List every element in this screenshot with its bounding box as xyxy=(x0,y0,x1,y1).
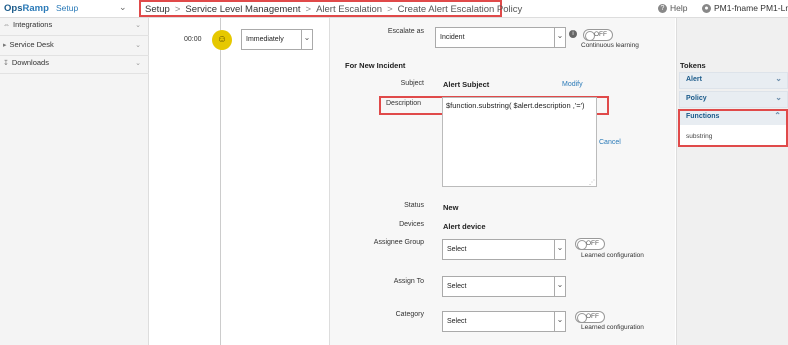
breadcrumb-separator: > xyxy=(174,4,181,15)
chevron-down-icon: ⌄ xyxy=(554,277,565,296)
help-icon: ? xyxy=(658,4,667,14)
breadcrumb: Setup > Service Level Management > Alert Esc… xyxy=(139,0,522,17)
continuous-learning-label: Continuous learning xyxy=(581,42,639,49)
chevron-down-icon: ⌄ xyxy=(554,240,565,259)
logo-text-ops: Ops xyxy=(4,3,23,14)
token-group-label: Policy xyxy=(686,95,707,102)
chevron-up-icon: ⌃ xyxy=(774,111,781,120)
assignee-group-value: Select xyxy=(447,246,467,253)
timeline-line xyxy=(220,18,221,345)
chevron-down-icon: ⌄ xyxy=(775,93,782,102)
category-label: Category xyxy=(395,311,424,318)
devices-value: Alert device xyxy=(443,222,486,231)
integrations-icon: ⇔ xyxy=(3,22,10,29)
escalate-as-value: Incident xyxy=(440,34,465,41)
info-icon[interactable]: i xyxy=(569,30,577,38)
opsramp-logo[interactable]: OpsRamp xyxy=(4,3,49,14)
user-menu[interactable]: ● PM1-fname PM1-Ln xyxy=(702,3,788,14)
delay-select[interactable]: Immediately ⌄ xyxy=(241,29,313,50)
token-group-functions[interactable]: Functions ⌃ xyxy=(680,111,786,125)
chevron-down-icon: ⌄ xyxy=(554,312,565,331)
sidebar-item-integrations[interactable]: ⇔ Integrations ⌄ xyxy=(0,20,149,36)
status-value: New xyxy=(443,203,459,212)
new-incident-title: For New Incident xyxy=(345,61,406,70)
token-group-alert[interactable]: Alert ⌄ xyxy=(679,72,788,89)
assignee-learned-config-label: Learned configuration xyxy=(581,252,644,259)
escalate-as-select[interactable]: Incident ⌄ xyxy=(435,27,566,48)
assignee-learning-toggle[interactable]: OFF xyxy=(575,238,605,250)
chevron-down-icon: ⌄ xyxy=(135,22,141,29)
assign-to-value: Select xyxy=(447,283,467,290)
token-substring[interactable]: substring xyxy=(686,133,712,140)
token-group-label: Alert xyxy=(686,76,702,83)
description-textarea[interactable]: $function.substring( $alert.description … xyxy=(442,97,597,187)
help-label: Help xyxy=(670,3,688,13)
assignee-group-label: Assignee Group xyxy=(373,239,424,246)
resize-handle-icon[interactable]: ⋰ xyxy=(589,179,595,186)
chevron-down-icon: ⌄ xyxy=(135,42,141,49)
breadcrumb-item-current: Create Alert Escalation Policy xyxy=(397,4,523,15)
help-link[interactable]: ? Help xyxy=(658,3,688,14)
category-select[interactable]: Select ⌄ xyxy=(442,311,566,332)
category-learned-config-label: Learned configuration xyxy=(581,324,644,331)
breadcrumb-item-slm[interactable]: Service Level Management xyxy=(185,4,300,15)
continuous-learning-toggle[interactable]: OFF xyxy=(583,29,613,41)
toggle-label: OFF xyxy=(586,240,599,247)
description-text: $function.substring( $alert.description … xyxy=(446,101,585,110)
breadcrumb-item-alert-escalation[interactable]: Alert Escalation xyxy=(316,4,382,15)
toggle-label: OFF xyxy=(586,313,599,320)
breadcrumb-separator: > xyxy=(387,4,393,15)
breadcrumb-separator: > xyxy=(305,4,312,15)
subject-label: Subject xyxy=(400,80,424,87)
user-icon: ● xyxy=(702,4,711,14)
breadcrumb-item-setup[interactable]: Setup xyxy=(145,4,170,15)
token-group-label: Functions xyxy=(686,113,720,120)
escalation-time: 00:00 xyxy=(184,36,202,43)
download-icon: ↧ xyxy=(3,60,9,67)
sidebar-item-label: Downloads xyxy=(11,58,49,67)
chevron-down-icon: ⌄ xyxy=(554,28,565,47)
user-group-icon: ☺ xyxy=(212,30,232,50)
chevron-down-icon: ⌄ xyxy=(775,74,782,83)
logo-text-ramp: Ramp xyxy=(22,3,49,14)
assignee-group-select[interactable]: Select ⌄ xyxy=(442,239,566,260)
delay-select-value: Immediately xyxy=(246,36,284,43)
chevron-down-icon: ⌄ xyxy=(301,30,312,49)
token-group-policy[interactable]: Policy ⌄ xyxy=(679,91,788,108)
sidebar-item-service-desk[interactable]: ▸ Service Desk ⌄ xyxy=(0,40,149,56)
status-label: Status xyxy=(404,202,424,209)
category-learning-toggle[interactable]: OFF xyxy=(575,311,605,323)
toggle-label: OFF xyxy=(594,31,607,38)
sidebar-item-label: Integrations xyxy=(13,20,53,29)
devices-label: Devices xyxy=(399,221,424,228)
cancel-link[interactable]: Cancel xyxy=(599,139,621,146)
assign-to-label: Assign To xyxy=(393,278,424,285)
tokens-title: Tokens xyxy=(680,61,706,70)
chevron-down-icon: ⌄ xyxy=(135,60,141,67)
sidebar-item-downloads[interactable]: ↧ Downloads ⌄ xyxy=(0,58,149,74)
category-value: Select xyxy=(447,318,467,325)
setup-link[interactable]: Setup xyxy=(56,3,78,13)
modify-link[interactable]: Modify xyxy=(562,81,583,88)
service-desk-icon: ▸ xyxy=(3,42,7,49)
sidebar-item-label: Service Desk xyxy=(9,40,54,49)
subject-value: Alert Subject xyxy=(443,80,490,89)
description-label: Description xyxy=(386,100,422,107)
user-name: PM1-fname PM1-Ln xyxy=(714,3,788,13)
chevron-down-icon[interactable]: ⌄ xyxy=(119,2,127,13)
escalate-as-label: Escalate as xyxy=(387,28,424,35)
assign-to-select[interactable]: Select ⌄ xyxy=(442,276,566,297)
